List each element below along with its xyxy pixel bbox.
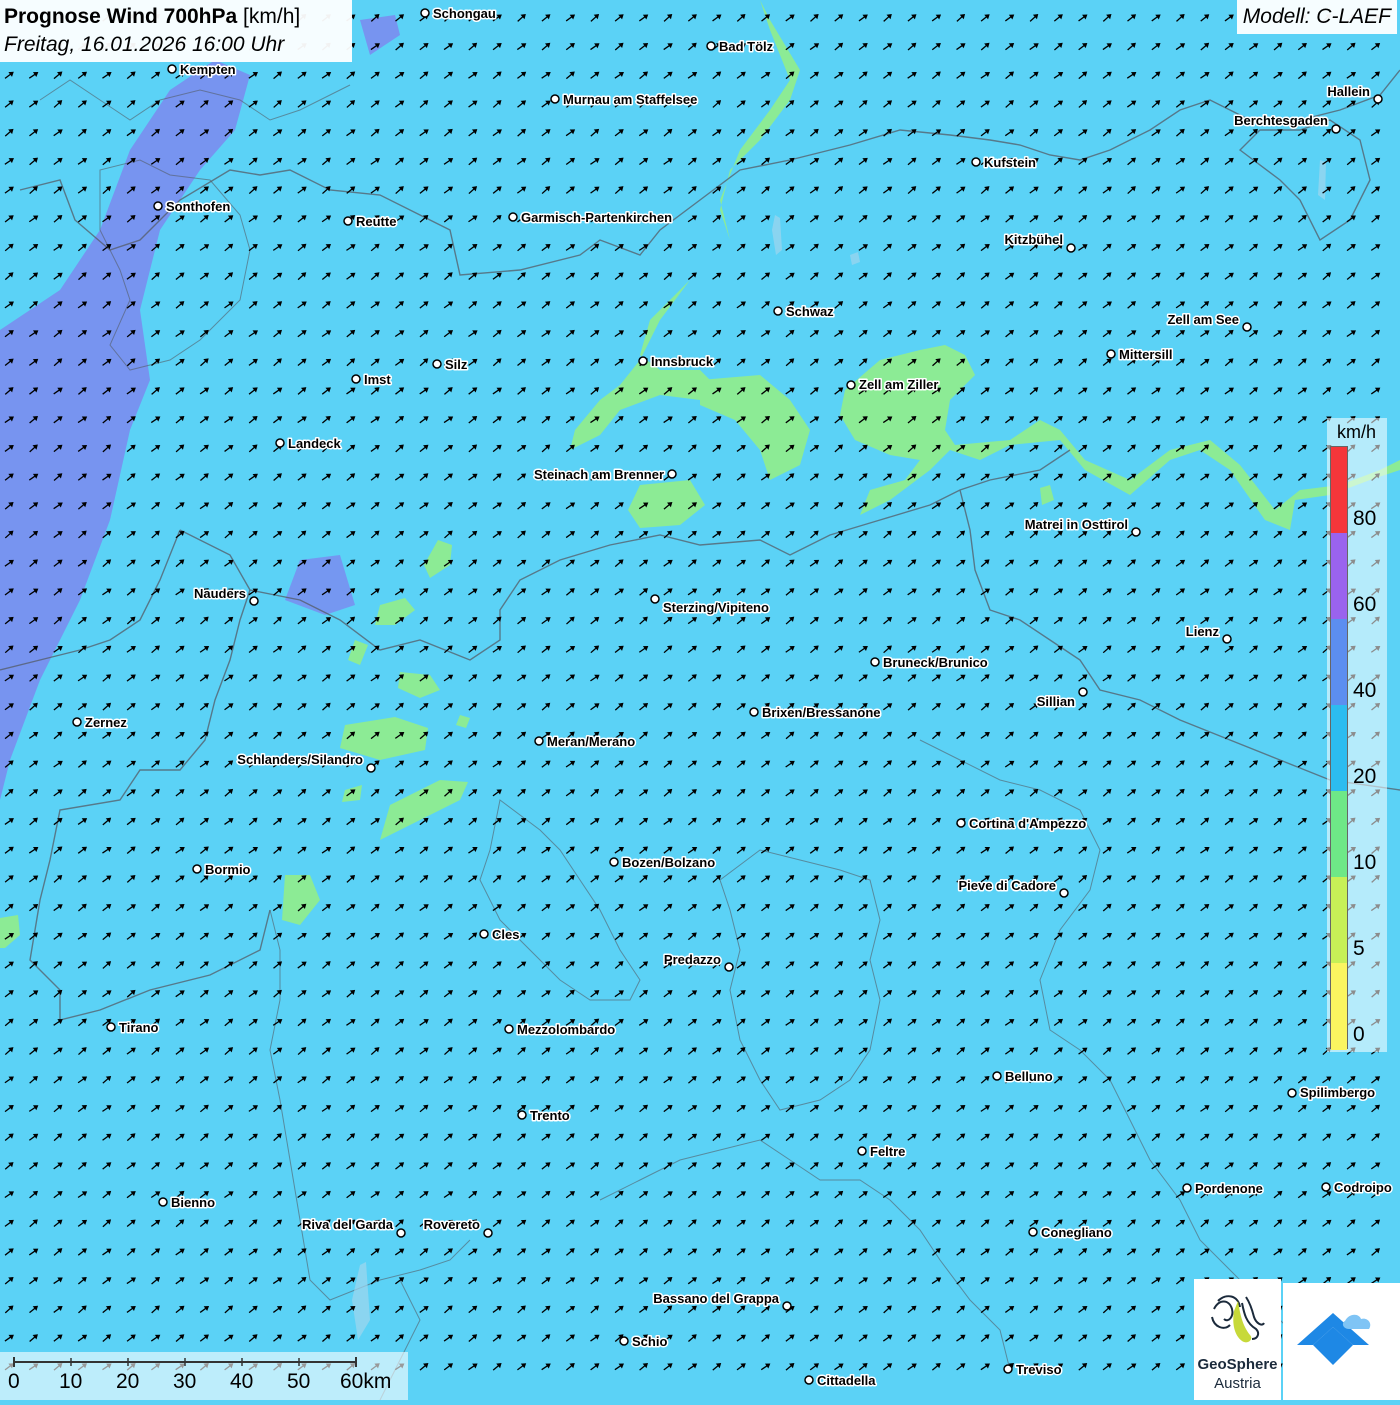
app-logo-icon [1297, 1313, 1371, 1365]
scale-label-60: 60km [340, 1370, 392, 1393]
legend-label-20: 20 [1353, 765, 1377, 788]
city-pordenone[interactable]: Pordenone [1182, 1180, 1264, 1198]
legend-seg-80 [1331, 447, 1347, 533]
scale-label-40: 40 [230, 1370, 254, 1393]
city-conegliano[interactable]: Conegliano [1028, 1224, 1113, 1242]
geosphere-logo-icon [1211, 1295, 1265, 1343]
scale-label-0: 0 [8, 1370, 20, 1393]
city-spilimbergo[interactable]: Spilimbergo [1287, 1084, 1377, 1102]
city-mezzolombardo[interactable]: Mezzolombardo [504, 1021, 617, 1039]
legend-seg-60 [1331, 533, 1347, 619]
map-title-main: Prognose Wind 700hPa [4, 5, 238, 28]
legend-label-80: 80 [1353, 507, 1377, 530]
legend-seg-0 [1331, 963, 1347, 1050]
city-brixen[interactable]: Brixen/Bressanone [749, 704, 882, 722]
legend-seg-40 [1331, 619, 1347, 705]
map-title-box: Prognose Wind 700hPa [km/h] Freitag, 16.… [0, 0, 352, 62]
legend-seg-5 [1331, 877, 1347, 963]
geosphere-logo[interactable]: GeoSphere Austria [1194, 1279, 1281, 1400]
legend-label-10: 10 [1353, 851, 1377, 874]
color-legend: km/h 80 60 40 20 10 5 0 [1327, 418, 1387, 1052]
legend-seg-10 [1331, 791, 1347, 877]
map-title: Prognose Wind 700hPa [km/h] [4, 3, 348, 31]
scale-label-20: 20 [116, 1370, 140, 1393]
city-zell-am-ziller[interactable]: Zell am Ziller [846, 376, 940, 394]
city-sonthofen[interactable]: Sonthofen [153, 198, 232, 216]
legend-color-bar [1330, 446, 1348, 1050]
legend-unit: km/h [1337, 422, 1377, 442]
city-bozen[interactable]: Bozen/Bolzano [609, 854, 717, 872]
wind-map[interactable]: Schongau Bad Tölz Kempten Murnau am Staf… [0, 0, 1400, 1400]
legend-seg-20 [1331, 705, 1347, 791]
city-garmisch[interactable]: Garmisch-Partenkirchen [508, 209, 674, 227]
scale-label-30: 30 [173, 1370, 197, 1393]
city-cortina[interactable]: Cortina d'Ampezzo [956, 815, 1088, 833]
legend-label-0: 0 [1353, 1023, 1365, 1046]
city-meran[interactable]: Meran/Merano [534, 733, 637, 751]
scale-label-50: 50 [287, 1370, 311, 1393]
city-schongau[interactable]: Schongau [420, 5, 497, 23]
legend-label-40: 40 [1353, 679, 1377, 702]
geosphere-logo-sub: Austria [1214, 1375, 1261, 1392]
geosphere-logo-name: GeoSphere [1197, 1356, 1278, 1373]
model-label: Modell: C-LAEF [1236, 0, 1397, 34]
legend-label-5: 5 [1353, 937, 1365, 960]
forecast-time: Freitag, 16.01.2026 16:00 Uhr [4, 33, 285, 56]
map-title-unit: [km/h] [243, 5, 301, 28]
city-bruneck[interactable]: Bruneck/Brunico [870, 654, 989, 672]
city-steinach[interactable]: Steinach am Brenner [532, 466, 677, 484]
legend-label-60: 60 [1353, 593, 1377, 616]
city-innsbruck[interactable]: Innsbruck [638, 353, 715, 371]
city-murnau[interactable]: Murnau am Staffelsee [550, 91, 699, 109]
scale-bar: 0 10 20 30 40 50 60km [0, 1352, 408, 1400]
scale-label-10: 10 [59, 1370, 83, 1393]
app-logo[interactable] [1283, 1283, 1400, 1400]
